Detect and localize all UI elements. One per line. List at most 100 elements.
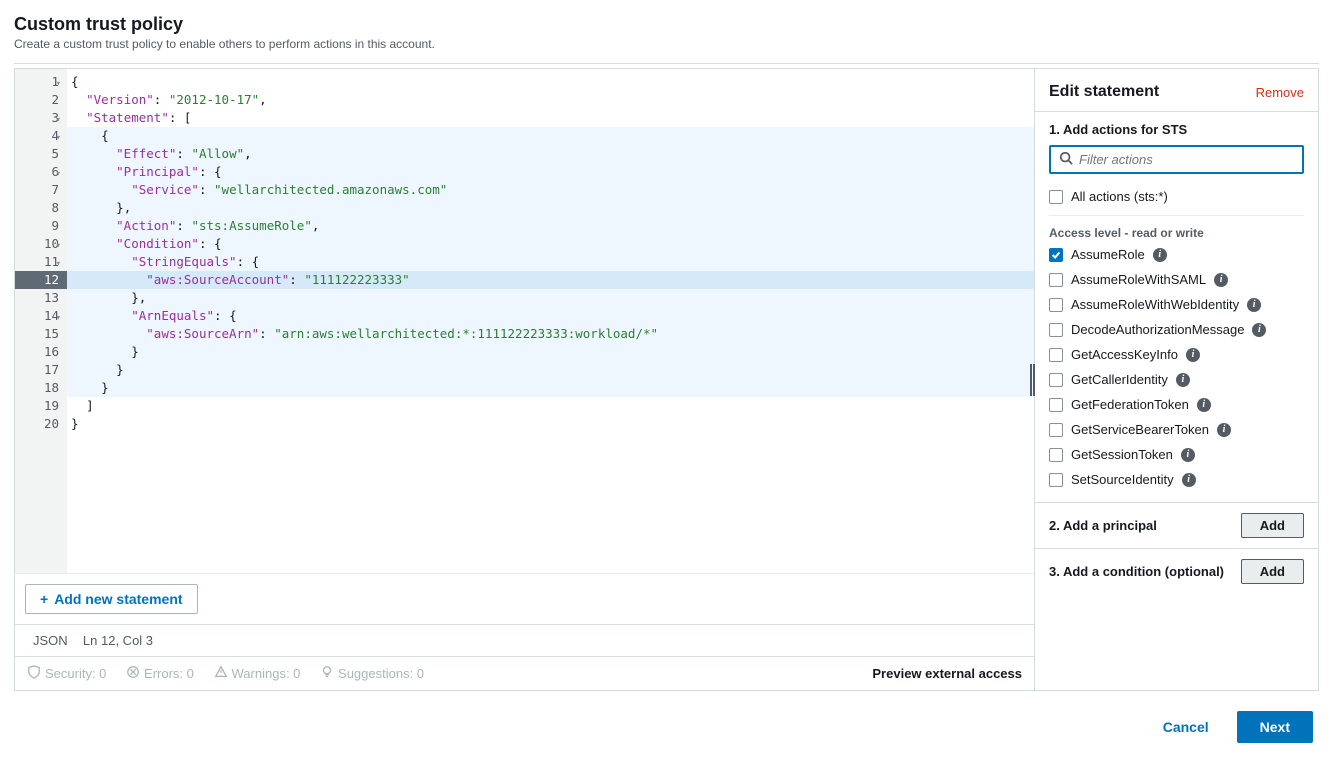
gutter-line[interactable]: 4▾ [21, 127, 59, 145]
security-count[interactable]: Security: 0 [27, 665, 106, 682]
action-row[interactable]: DecodeAuthorizationMessagei [1049, 317, 1304, 342]
code-line[interactable]: ] [67, 397, 1034, 415]
checkbox[interactable] [1049, 423, 1063, 437]
cancel-button[interactable]: Cancel [1147, 711, 1225, 743]
add-condition-button[interactable]: Add [1241, 559, 1304, 584]
code-line[interactable]: "StringEquals": { [67, 253, 1034, 271]
info-icon[interactable]: i [1186, 348, 1200, 362]
filter-actions-input[interactable] [1079, 152, 1294, 167]
filter-actions-input-wrap[interactable] [1049, 145, 1304, 174]
gutter-line[interactable]: 9 [21, 217, 59, 235]
info-icon[interactable]: i [1181, 448, 1195, 462]
add-statement-button[interactable]: + Add new statement [25, 584, 198, 614]
checkbox[interactable] [1049, 348, 1063, 362]
info-icon[interactable]: i [1217, 423, 1231, 437]
code-line[interactable]: "aws:SourceArn": "arn:aws:wellarchitecte… [67, 325, 1034, 343]
gutter-line[interactable]: 17 [21, 361, 59, 379]
gutter-line[interactable]: 12 [15, 271, 67, 289]
resize-handle[interactable] [1030, 364, 1032, 396]
code-line[interactable]: }, [67, 289, 1034, 307]
validation-bar: Security: 0 Errors: 0 Warnings: 0 Sugges… [15, 656, 1034, 690]
status-bar: JSON Ln 12, Col 3 [15, 624, 1034, 656]
code-editor[interactable]: 1▾23▾4▾56▾78910▾11▾121314▾151617181920 {… [15, 69, 1034, 573]
info-icon[interactable]: i [1153, 248, 1167, 262]
gutter-line[interactable]: 13 [21, 289, 59, 307]
action-row[interactable]: GetServiceBearerTokeni [1049, 417, 1304, 442]
code-line[interactable]: { [67, 73, 1034, 91]
action-row[interactable]: GetAccessKeyInfoi [1049, 342, 1304, 367]
edit-statement-panel: Edit statement Remove 1. Add actions for… [1034, 69, 1318, 690]
code-line[interactable]: "Condition": { [67, 235, 1034, 253]
code-line[interactable]: }, [67, 199, 1034, 217]
editor-container: 1▾23▾4▾56▾78910▾11▾121314▾151617181920 {… [14, 68, 1319, 691]
checkbox[interactable] [1049, 448, 1063, 462]
action-row[interactable]: AssumeRoleWithSAMLi [1049, 267, 1304, 292]
code-line[interactable]: "Version": "2012-10-17", [67, 91, 1034, 109]
status-pos: Ln 12, Col 3 [83, 633, 153, 648]
footer-buttons: Cancel Next [14, 691, 1319, 749]
gutter-line[interactable]: 5 [21, 145, 59, 163]
warnings-count[interactable]: Warnings: 0 [214, 665, 301, 682]
info-icon[interactable]: i [1197, 398, 1211, 412]
action-row[interactable]: SetSourceIdentity i [1049, 467, 1304, 492]
section-add-condition: 3. Add a condition (optional) Add [1035, 548, 1318, 594]
gutter-line[interactable]: 16 [21, 343, 59, 361]
gutter-line[interactable]: 11▾ [21, 253, 59, 271]
gutter-line[interactable]: 2 [21, 91, 59, 109]
gutter-line[interactable]: 8 [21, 199, 59, 217]
add-principal-button[interactable]: Add [1241, 513, 1304, 538]
code-line[interactable]: "aws:SourceAccount": "111122223333" [67, 271, 1034, 289]
suggestions-count[interactable]: Suggestions: 0 [320, 665, 424, 682]
next-button[interactable]: Next [1237, 711, 1313, 743]
checkbox[interactable] [1049, 298, 1063, 312]
gutter-line[interactable]: 6▾ [21, 163, 59, 181]
info-icon[interactable]: i [1176, 373, 1190, 387]
gutter-line[interactable]: 7 [21, 181, 59, 199]
all-actions-label: All actions (sts:*) [1071, 189, 1168, 204]
page-subtitle: Create a custom trust policy to enable o… [14, 37, 1319, 51]
action-row[interactable]: AssumeRolei [1049, 242, 1304, 267]
checkbox[interactable] [1049, 248, 1063, 262]
checkbox[interactable] [1049, 373, 1063, 387]
gutter-line[interactable]: 1▾ [21, 73, 59, 91]
code-line[interactable]: } [67, 415, 1034, 433]
code-line[interactable]: "Statement": [ [67, 109, 1034, 127]
info-icon[interactable]: i [1247, 298, 1261, 312]
action-label: SetSourceIdentity [1071, 472, 1174, 487]
action-row[interactable]: AssumeRoleWithWebIdentityi [1049, 292, 1304, 317]
checkbox-all-actions[interactable] [1049, 190, 1063, 204]
gutter-line[interactable]: 20 [21, 415, 59, 433]
gutter-line[interactable]: 19 [21, 397, 59, 415]
all-actions-row[interactable]: All actions (sts:*) [1049, 184, 1304, 209]
code-line[interactable]: } [67, 379, 1034, 397]
code-line[interactable]: "Principal": { [67, 163, 1034, 181]
errors-count[interactable]: Errors: 0 [126, 665, 194, 682]
gutter-line[interactable]: 14▾ [21, 307, 59, 325]
checkbox[interactable] [1049, 398, 1063, 412]
code-line[interactable]: "ArnEquals": { [67, 307, 1034, 325]
info-icon[interactable]: i [1182, 473, 1196, 487]
code-line[interactable]: { [67, 127, 1034, 145]
code-line[interactable]: "Effect": "Allow", [67, 145, 1034, 163]
gutter-line[interactable]: 18 [21, 379, 59, 397]
info-icon[interactable]: i [1252, 323, 1266, 337]
action-row[interactable]: GetSessionTokeni [1049, 442, 1304, 467]
action-row[interactable]: GetCallerIdentityi [1049, 367, 1304, 392]
checkbox[interactable] [1049, 273, 1063, 287]
plus-icon: + [40, 591, 48, 607]
code-line[interactable]: "Action": "sts:AssumeRole", [67, 217, 1034, 235]
add-statement-row: + Add new statement [15, 573, 1034, 624]
gutter-line[interactable]: 3▾ [21, 109, 59, 127]
checkbox[interactable] [1049, 473, 1063, 487]
checkbox[interactable] [1049, 323, 1063, 337]
remove-button[interactable]: Remove [1256, 85, 1304, 100]
preview-external-access-button[interactable]: Preview external access [872, 666, 1022, 681]
action-row[interactable]: GetFederationTokeni [1049, 392, 1304, 417]
error-icon [126, 665, 140, 682]
code-line[interactable]: } [67, 343, 1034, 361]
gutter-line[interactable]: 15 [21, 325, 59, 343]
info-icon[interactable]: i [1214, 273, 1228, 287]
gutter-line[interactable]: 10▾ [21, 235, 59, 253]
code-line[interactable]: "Service": "wellarchitected.amazonaws.co… [67, 181, 1034, 199]
code-line[interactable]: } [67, 361, 1034, 379]
